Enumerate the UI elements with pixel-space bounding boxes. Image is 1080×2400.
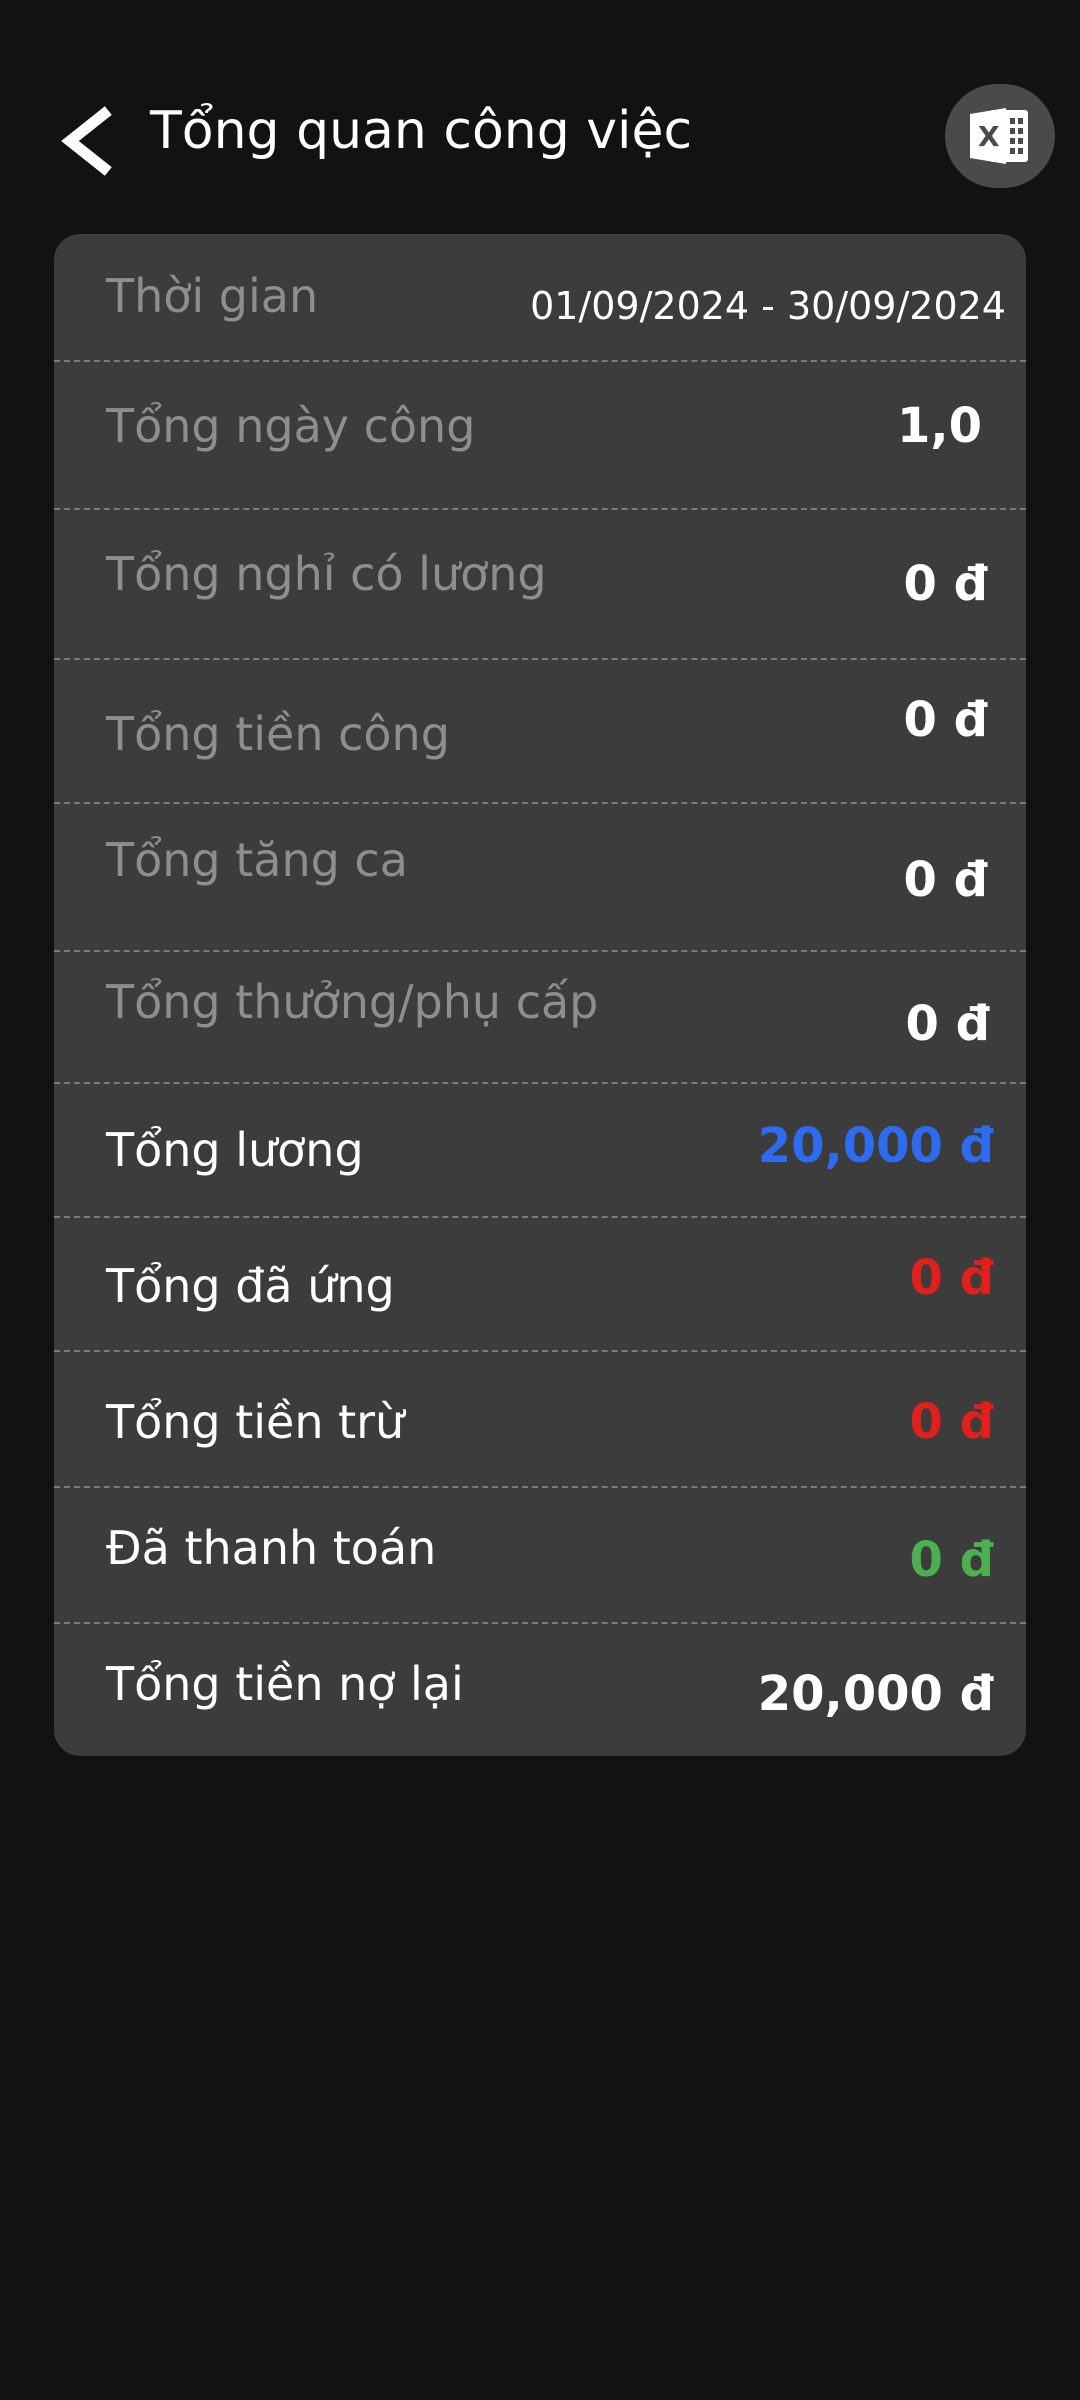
summary-row-advanced: Tổng đã ứng 0 đ: [54, 1218, 1026, 1352]
remaining-debt-label: Tổng tiền nợ lại: [106, 1657, 464, 1711]
total-salary-label: Tổng lương: [106, 1123, 364, 1177]
summary-row-total-salary: Tổng lương 20,000 đ: [54, 1084, 1026, 1218]
export-excel-button[interactable]: X: [945, 84, 1055, 188]
summary-row-period: Thời gian 01/09/2024 - 30/09/2024: [54, 234, 1026, 362]
period-value: 01/09/2024 - 30/09/2024: [530, 284, 1006, 328]
excel-icon: X: [970, 108, 1028, 164]
work-summary-card: Thời gian 01/09/2024 - 30/09/2024 Tổng n…: [54, 234, 1026, 1756]
paid-leave-value: 0 đ: [903, 556, 988, 612]
deductions-value: 0 đ: [909, 1394, 994, 1450]
remaining-debt-value: 20,000 đ: [757, 1666, 994, 1722]
summary-row-total-workdays: Tổng ngày công 1,0: [54, 362, 1026, 510]
summary-row-overtime: Tổng tăng ca 0 đ: [54, 804, 1026, 952]
total-workdays-value: 1,0: [896, 398, 982, 454]
deductions-label: Tổng tiền trừ: [106, 1395, 405, 1449]
summary-row-paid-leave: Tổng nghỉ có lương 0 đ: [54, 510, 1026, 660]
summary-row-paid: Đã thanh toán 0 đ: [54, 1488, 1026, 1624]
svg-text:X: X: [978, 120, 1000, 153]
overtime-label: Tổng tăng ca: [106, 833, 408, 887]
total-salary-value: 20,000 đ: [757, 1118, 994, 1174]
app-header: Tổng quan công việc X: [0, 0, 1080, 230]
summary-row-total-wage: Tổng tiền công 0 đ: [54, 660, 1026, 804]
chevron-left-icon: [61, 106, 112, 176]
summary-row-deductions: Tổng tiền trừ 0 đ: [54, 1352, 1026, 1488]
paid-label: Đã thanh toán: [106, 1521, 437, 1575]
summary-row-remaining-debt: Tổng tiền nợ lại 20,000 đ: [54, 1624, 1026, 1756]
overtime-value: 0 đ: [903, 852, 988, 908]
advanced-label: Tổng đã ứng: [106, 1259, 395, 1313]
back-button[interactable]: [48, 96, 128, 186]
bonus-allowance-value: 0 đ: [905, 996, 990, 1052]
total-wage-value: 0 đ: [903, 692, 988, 748]
bonus-allowance-label: Tổng thưởng/phụ cấp: [106, 975, 599, 1029]
total-workdays-label: Tổng ngày công: [106, 399, 476, 453]
paid-value: 0 đ: [909, 1532, 994, 1588]
summary-row-bonus-allowance: Tổng thưởng/phụ cấp 0 đ: [54, 952, 1026, 1084]
total-wage-label: Tổng tiền công: [106, 707, 450, 761]
period-label: Thời gian: [106, 269, 319, 323]
paid-leave-label: Tổng nghỉ có lương: [106, 547, 547, 601]
advanced-value: 0 đ: [909, 1250, 994, 1306]
page-title: Tổng quan công việc: [150, 101, 693, 161]
